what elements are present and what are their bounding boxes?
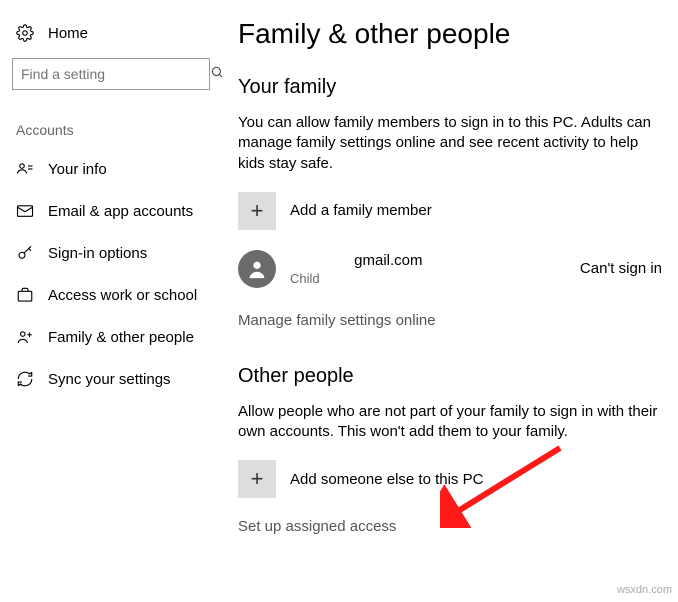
sidebar-item-label: Sync your settings [48, 371, 171, 388]
other-description: Allow people who are not part of your fa… [238, 402, 668, 443]
family-member-row[interactable]: gmail.com Child Can't sign in [238, 250, 668, 288]
search-field[interactable] [13, 66, 210, 82]
sidebar-item-label: Email & app accounts [48, 203, 193, 220]
member-role: Child [290, 271, 423, 286]
sidebar-item-label: Family & other people [48, 329, 194, 346]
other-heading: Other people [238, 365, 668, 388]
sidebar-item-family[interactable]: Family & other people [10, 316, 220, 358]
section-label: Accounts [10, 122, 220, 148]
person-card-icon [16, 160, 34, 178]
sidebar-item-sync[interactable]: Sync your settings [10, 358, 220, 400]
manage-family-link[interactable]: Manage family settings online [238, 312, 436, 329]
sidebar-item-work[interactable]: Access work or school [10, 274, 220, 316]
member-email-domain: gmail.com [354, 252, 422, 269]
sidebar-item-label: Access work or school [48, 287, 197, 304]
watermark: wsxdn.com [617, 584, 672, 596]
member-email-local [290, 252, 294, 269]
mail-icon [16, 202, 34, 220]
add-other-label: Add someone else to this PC [290, 471, 483, 488]
home-label: Home [48, 25, 88, 42]
person-icon [246, 258, 268, 280]
sync-icon [16, 370, 34, 388]
add-family-member-button[interactable]: + Add a family member [238, 192, 668, 230]
add-other-user-button[interactable]: + Add someone else to this PC [238, 460, 668, 498]
people-plus-icon [16, 328, 34, 346]
sidebar-item-label: Sign-in options [48, 245, 147, 262]
plus-icon: + [238, 192, 276, 230]
sidebar-item-label: Your info [48, 161, 107, 178]
search-input[interactable] [12, 58, 210, 90]
assigned-access-link[interactable]: Set up assigned access [238, 518, 396, 535]
home-button[interactable]: Home [10, 20, 220, 58]
key-icon [16, 244, 34, 262]
page-title: Family & other people [238, 18, 668, 50]
sidebar-item-your-info[interactable]: Your info [10, 148, 220, 190]
sidebar-item-email[interactable]: Email & app accounts [10, 190, 220, 232]
member-status: Can't sign in [580, 260, 668, 277]
add-family-label: Add a family member [290, 202, 432, 219]
avatar [238, 250, 276, 288]
sidebar-item-signin[interactable]: Sign-in options [10, 232, 220, 274]
plus-icon: + [238, 460, 276, 498]
briefcase-icon [16, 286, 34, 304]
family-heading: Your family [238, 76, 668, 99]
family-description: You can allow family members to sign in … [238, 113, 668, 174]
gear-icon [16, 24, 34, 42]
